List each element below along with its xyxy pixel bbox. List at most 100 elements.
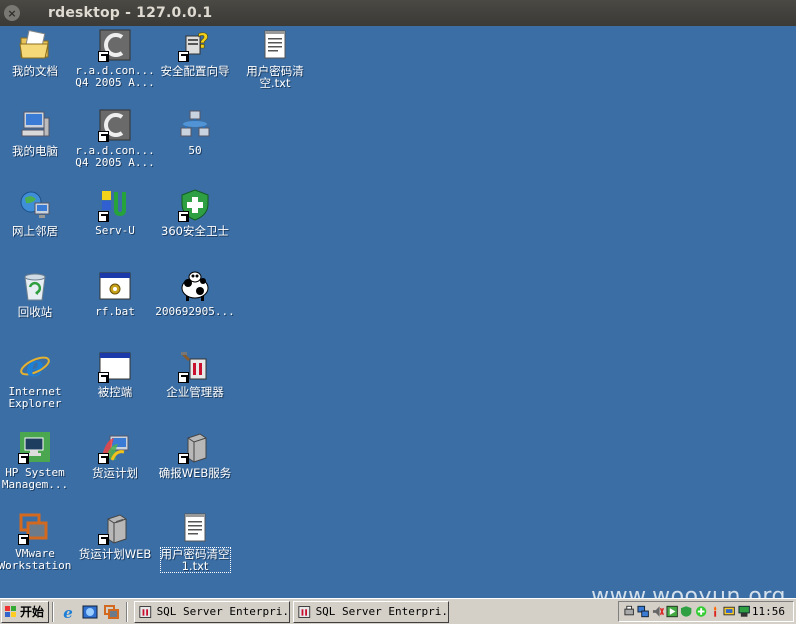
media-icon[interactable] [666,605,678,618]
icon-label: 我的文档 [12,64,58,78]
desktop-icon-internet-explorer[interactable]: e Internet Explorer [0,349,74,410]
desktop-icon-network-places[interactable]: 网上邻居 [0,188,74,237]
system-tray: 11:56 [618,601,794,622]
task-label: SQL Server Enterpri... [315,605,449,618]
window-titlebar: × rdesktop - 127.0.0.1 [0,0,796,26]
desktop-icon-my-documents[interactable]: 我的文档 [0,28,74,77]
task-button-sql-2[interactable]: SQL Server Enterpri... [293,600,450,623]
icon-label: Serv-U [95,224,135,237]
shortcut-arrow-icon [178,453,189,464]
start-button[interactable]: 开始 [1,600,50,623]
icon-label: 用户密码清空 1.txt [159,547,231,573]
servu-icon [98,188,132,222]
svg-text:e: e [26,350,44,383]
icon-label: r.a.d.con... Q4 2005 A... [75,64,155,89]
vmware-icon [18,511,52,545]
quicklaunch-vmware[interactable] [103,603,121,621]
icon-label: 安全配置向导 [160,64,230,78]
icon-label: 货运计划 [92,466,138,480]
icon-label: HP System Managem... [1,466,69,491]
desktop-icon-freight-plan[interactable]: 货运计划 [76,430,154,479]
freight-plan-icon [98,430,132,464]
close-icon: × [7,6,17,20]
shortcut-arrow-icon [98,211,109,222]
desktop-icon-vmware[interactable]: VMware Workstation [0,511,74,572]
task-label: SQL Server Enterpri... [156,605,290,618]
volume-icon[interactable] [652,605,664,618]
desktop-icon-freight-plan-web[interactable]: 货运计划WEB [76,511,154,560]
shortcut-arrow-icon [98,372,109,383]
batch-file-icon [98,269,132,303]
desktop-icon-network-50[interactable]: 50 [156,108,234,157]
network-icon[interactable] [637,605,650,618]
shortcut-arrow-icon [98,453,109,464]
icon-label: 网上邻居 [12,224,58,238]
flag-icon[interactable] [737,605,750,618]
shortcut-arrow-icon [178,211,189,222]
icon-label: 企业管理器 [166,385,224,399]
shortcut-arrow-icon [178,372,189,383]
sql-server-icon [139,605,152,618]
desktop-icon-servu[interactable]: Serv-U [76,188,154,237]
text-file-icon [178,511,212,545]
desktop-icon-radcontrols-1[interactable]: r.a.d.con... Q4 2005 A... [75,28,155,89]
ie-icon: e [63,604,73,620]
close-button[interactable]: × [4,5,20,21]
icon-label: VMware Workstation [0,547,72,572]
recycle-bin-icon [18,269,52,303]
plus-icon[interactable] [695,605,707,618]
internet-explorer-icon: e [18,349,52,383]
quicklaunch-ie[interactable]: e [59,603,77,621]
shortcut-arrow-icon [98,51,109,62]
window-title: rdesktop - 127.0.0.1 [48,5,213,21]
shortcut-arrow-icon [18,534,29,545]
icon-label: 我的电脑 [12,144,58,158]
desktop-icon-hp-system[interactable]: HP System Managem... [0,430,74,491]
icon-label: 用户密码清 空.txt [246,64,304,90]
shortcut-arrow-icon [178,51,189,62]
task-button-sql-1[interactable]: SQL Server Enterpri... [134,600,291,623]
security-wizard-icon: ? [178,28,212,62]
torch-icon[interactable] [709,605,721,618]
desktop-icon-my-computer[interactable]: 我的电脑 [0,108,74,157]
monitor-icon[interactable] [723,605,736,618]
desktop-icon-confirm-web-service[interactable]: 确报WEB服务 [156,430,234,479]
outlook-icon [82,605,98,618]
icon-label: 确报WEB服务 [158,466,232,480]
shortcut-arrow-icon [98,131,109,142]
cow-image-icon [178,269,212,303]
desktop-icon-enterprise-manager[interactable]: 企业管理器 [156,349,234,398]
icon-label: 被控端 [97,385,133,399]
server-icon [98,511,132,545]
desktop-icon-controlled-end[interactable]: 被控端 [76,349,154,398]
quicklaunch-outlook[interactable] [81,603,99,621]
desktop-icon-rf-bat[interactable]: rf.bat [76,269,154,318]
network-places-icon [18,188,52,222]
vmware-icon [104,604,120,619]
desktop-icon-360[interactable]: 360安全卫士 [156,188,234,237]
shield-icon[interactable] [680,605,692,618]
desktop-icon-recycle-bin[interactable]: 回收站 [0,269,74,318]
taskbar-separator [52,601,55,622]
icon-label: 50 [188,144,202,157]
desktop: 我的文档 我的电脑 网上邻居 回收站 e Internet Explorer H… [0,26,796,609]
desktop-icon-cow-image[interactable]: 200692905... [155,269,235,318]
desktop-icon-radcontrols-2[interactable]: r.a.d.con... Q4 2005 A... [75,108,155,169]
desktop-icon-security-wizard[interactable]: ? 安全配置向导 [156,28,234,77]
text-file-icon [258,28,292,62]
shortcut-arrow-icon [18,453,29,464]
svg-text:?: ? [197,29,209,53]
windows-flag-icon [5,605,16,617]
desktop-icon-password-clear-txt[interactable]: 用户密码清 空.txt [236,28,314,89]
server-icon [178,430,212,464]
start-label: 开始 [20,605,45,619]
clock[interactable]: 11:56 [752,605,785,618]
printer-icon[interactable] [623,605,635,618]
shield-plus-icon [178,188,212,222]
desktop-icon-password-clear-1-txt[interactable]: 用户密码清空 1.txt [156,511,234,573]
icon-label: 回收站 [17,305,53,319]
sql-server-icon [298,605,311,618]
icon-label: 200692905... [155,305,235,318]
icon-label: 360安全卫士 [161,224,229,238]
taskbar: 开始 e SQL Server Enterpri... SQL Server E… [0,598,796,624]
